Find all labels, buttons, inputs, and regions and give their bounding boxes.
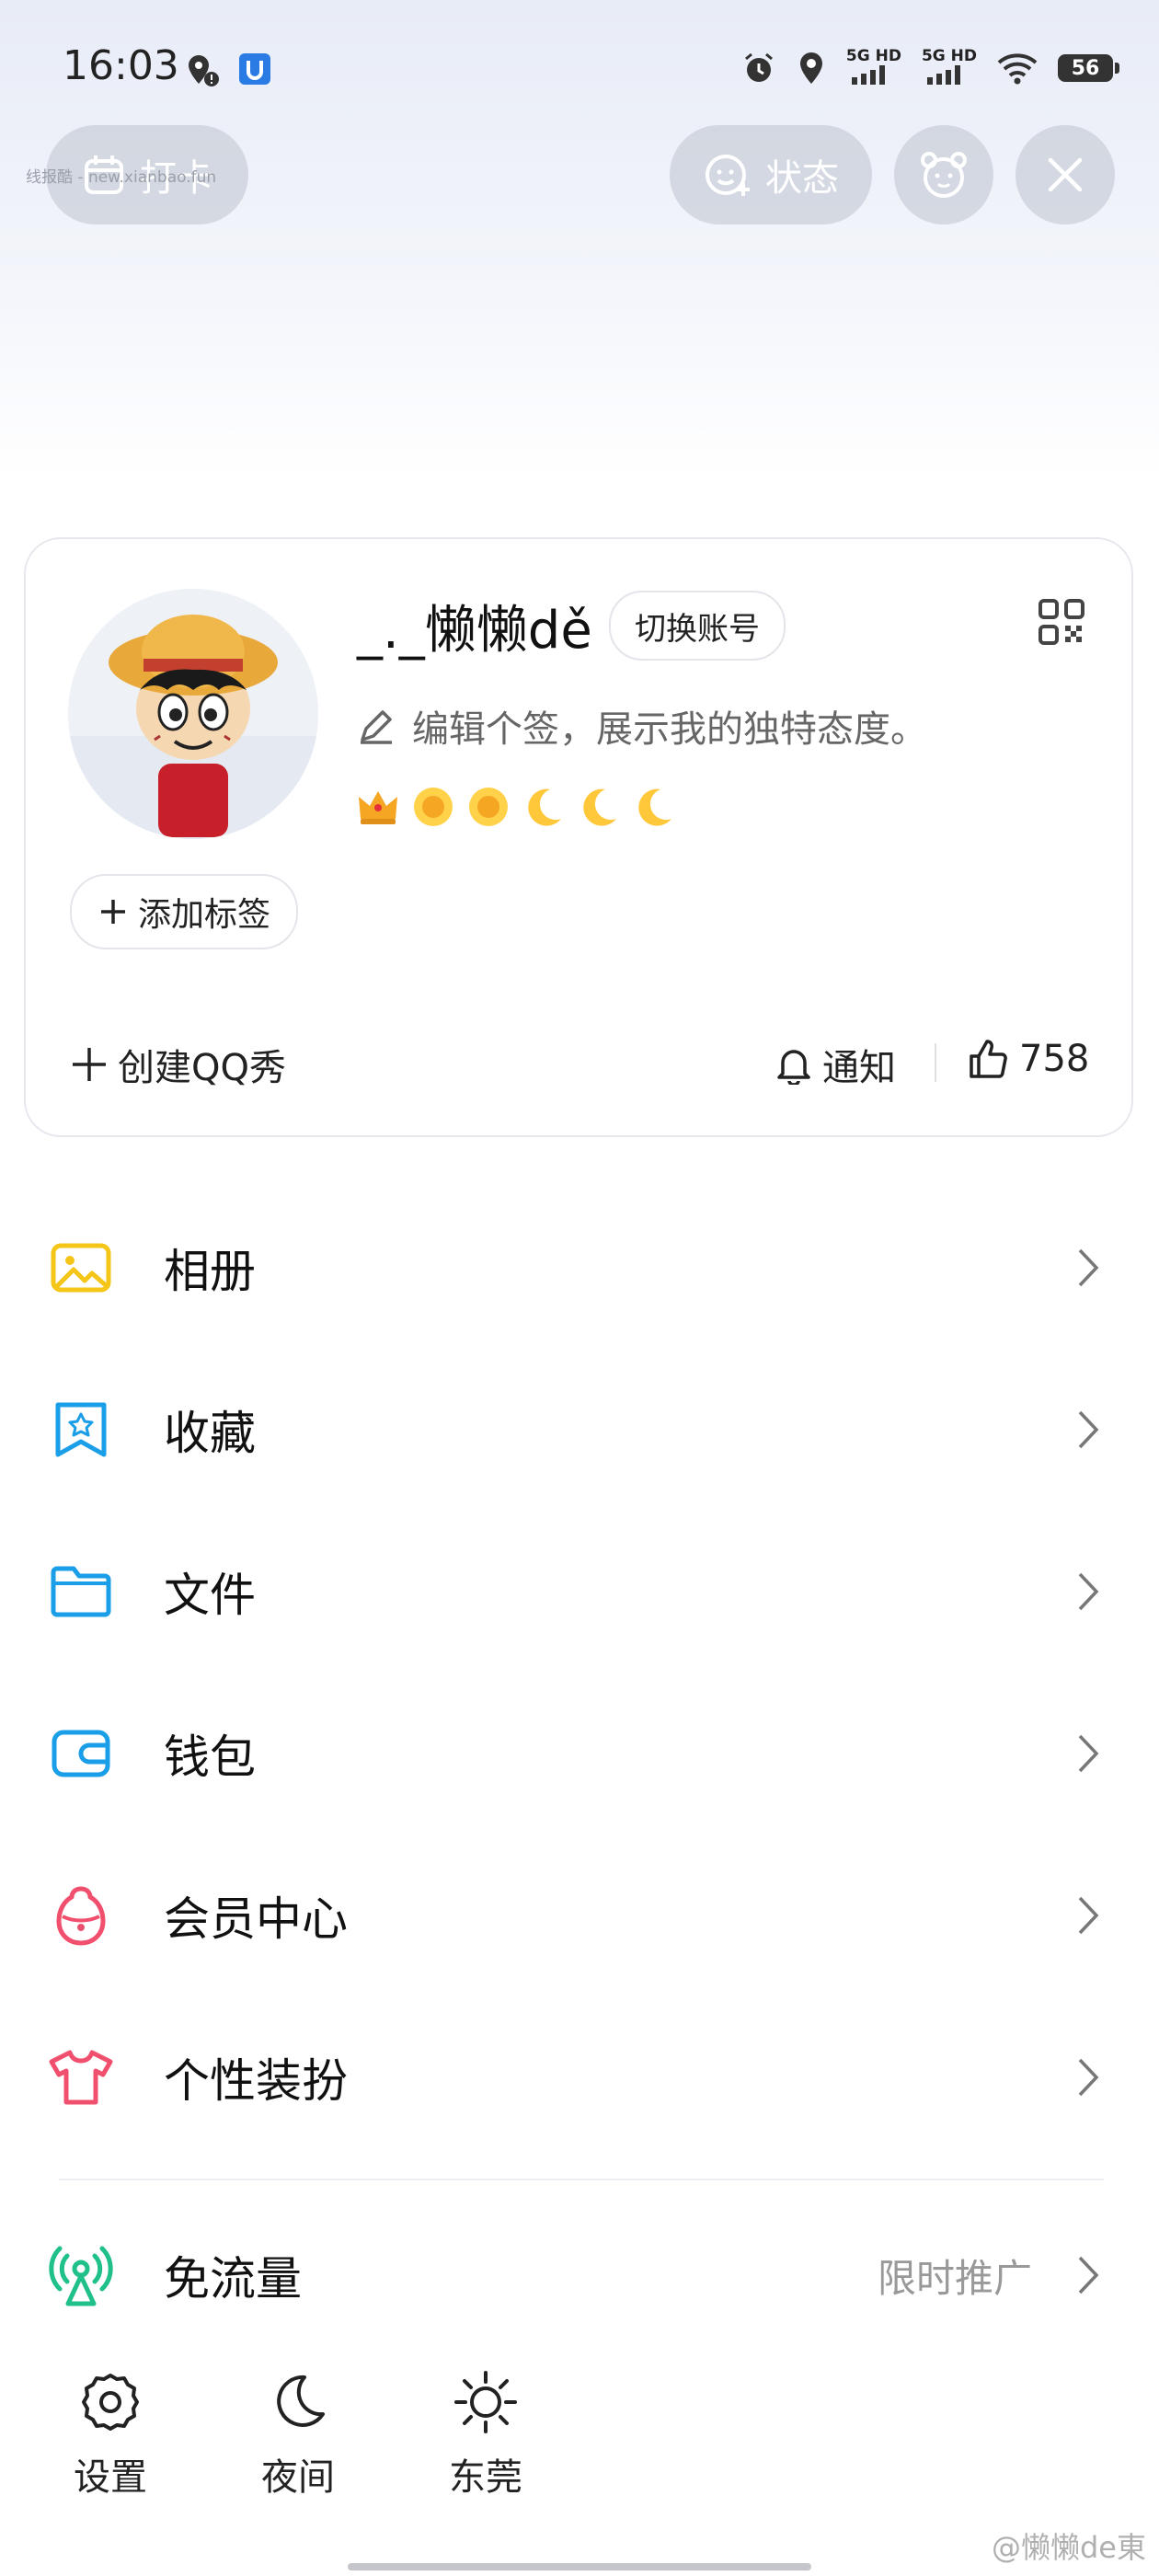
menu-item-album[interactable]: 相册 bbox=[0, 1187, 1159, 1349]
location-alert-icon bbox=[189, 55, 219, 86]
menu-divider bbox=[59, 2179, 1104, 2180]
crown-icon bbox=[359, 791, 397, 824]
switch-account-button[interactable]: 切换账号 bbox=[609, 591, 786, 661]
menu-item-label: 免流量 bbox=[164, 2252, 302, 2306]
menu-item-favorites[interactable]: 收藏 bbox=[0, 1349, 1159, 1511]
pencil-icon bbox=[361, 710, 392, 744]
menu-item-vip-center[interactable]: 会员中心 bbox=[0, 1834, 1159, 1996]
wifi-icon bbox=[997, 53, 1038, 85]
weather-button[interactable]: 东莞 bbox=[421, 2366, 550, 2501]
create-qq-show-button[interactable]: 创建QQ秀 bbox=[70, 1038, 286, 1091]
favorites-icon bbox=[48, 1397, 114, 1463]
menu-item-free-traffic[interactable]: 免流量 限时推广 bbox=[0, 2197, 1159, 2353]
night-mode-button[interactable]: 夜间 bbox=[234, 2366, 362, 2501]
vip-icon bbox=[48, 1882, 114, 1949]
menu-item-label: 个性装扮 bbox=[164, 2054, 348, 2108]
like-button[interactable]: 758 bbox=[968, 1038, 1089, 1080]
chevron-right-icon bbox=[1078, 1410, 1099, 1449]
watermark-text: 线报酷 - new.xianbao.fun bbox=[26, 168, 217, 187]
add-tag-label: 添加标签 bbox=[138, 896, 271, 934]
folder-icon bbox=[48, 1558, 114, 1625]
tshirt-icon bbox=[48, 2044, 114, 2110]
status-label: 状态 bbox=[765, 157, 839, 200]
qr-code-button[interactable] bbox=[1038, 598, 1085, 650]
album-icon bbox=[48, 1235, 114, 1301]
signature-editor[interactable]: 编辑个签，展示我的独特态度。 bbox=[357, 699, 927, 753]
app-notification-icon bbox=[239, 53, 270, 85]
pet-button[interactable] bbox=[894, 125, 993, 224]
wallet-icon bbox=[48, 1720, 114, 1787]
like-count: 758 bbox=[1019, 1038, 1090, 1080]
chevron-right-icon bbox=[1078, 2256, 1099, 2294]
status-right-icons: 5G HD 5G HD 56 bbox=[741, 48, 1119, 88]
chevron-right-icon bbox=[1078, 2058, 1099, 2097]
smile-add-icon bbox=[706, 155, 750, 196]
night-mode-label: 夜间 bbox=[261, 2456, 335, 2499]
add-tag-button[interactable]: 添加标签 bbox=[70, 874, 299, 949]
chevron-right-icon bbox=[1078, 1572, 1099, 1611]
status-button[interactable]: 状态 bbox=[670, 125, 872, 224]
notify-label: 通知 bbox=[822, 1047, 896, 1089]
home-indicator[interactable] bbox=[348, 2563, 811, 2570]
menu-item-label: 相册 bbox=[164, 1245, 256, 1298]
plus-icon bbox=[73, 1048, 106, 1081]
moon-outline-icon bbox=[277, 2375, 325, 2427]
status-time: 16:03 bbox=[63, 42, 179, 89]
sun-icon bbox=[469, 788, 508, 826]
close-icon bbox=[1048, 157, 1083, 192]
bell-icon bbox=[777, 1050, 810, 1085]
chevron-right-icon bbox=[1078, 1248, 1099, 1287]
weather-city-label: 东莞 bbox=[449, 2456, 522, 2499]
gear-icon bbox=[82, 2374, 139, 2431]
alarm-icon bbox=[744, 52, 773, 82]
chevron-right-icon bbox=[1078, 1896, 1099, 1935]
footer-divider bbox=[935, 1043, 936, 1082]
create-qq-show-label: 创建QQ秀 bbox=[118, 1047, 286, 1089]
avatar-image bbox=[68, 589, 318, 839]
menu-item-label: 钱包 bbox=[164, 1731, 256, 1784]
settings-label: 设置 bbox=[74, 2456, 147, 2499]
notify-button[interactable]: 通知 bbox=[775, 1038, 896, 1091]
avatar[interactable] bbox=[68, 589, 318, 839]
qr-code-icon bbox=[1039, 599, 1084, 645]
moon-icon bbox=[528, 788, 561, 826]
nickname[interactable]: _._懒懒dě bbox=[357, 589, 592, 663]
signal-1: 5G HD bbox=[846, 48, 901, 88]
plus-icon bbox=[101, 900, 125, 924]
antenna-icon bbox=[48, 2242, 114, 2308]
menu-item-personalize[interactable]: 个性装扮 bbox=[0, 1996, 1159, 2158]
sun-icon bbox=[414, 788, 453, 826]
location-icon bbox=[799, 52, 822, 84]
status-left-icons bbox=[184, 52, 272, 88]
menu-item-files[interactable]: 文件 bbox=[0, 1511, 1159, 1673]
signal-2: 5G HD bbox=[922, 48, 977, 88]
promo-hint: 限时推广 bbox=[877, 2255, 1032, 2301]
settings-button[interactable]: 设置 bbox=[46, 2366, 175, 2501]
chevron-right-icon bbox=[1078, 1734, 1099, 1773]
battery-indicator: 56 bbox=[1058, 54, 1119, 82]
moon-icon bbox=[638, 788, 671, 826]
sun-outline-icon bbox=[454, 2371, 517, 2433]
menu-item-label: 文件 bbox=[164, 1569, 256, 1622]
pet-face-icon bbox=[921, 152, 967, 198]
credit-watermark: @懒懒de東 bbox=[991, 2530, 1146, 2565]
thumbs-up-icon bbox=[970, 1040, 1007, 1078]
signature-placeholder: 编辑个签，展示我的独特态度。 bbox=[412, 708, 927, 751]
close-button[interactable] bbox=[1016, 125, 1115, 224]
menu-item-wallet[interactable]: 钱包 bbox=[0, 1673, 1159, 1834]
moon-icon bbox=[583, 788, 616, 826]
level-badges[interactable] bbox=[355, 784, 677, 830]
menu-item-label: 会员中心 bbox=[164, 1892, 348, 1946]
menu-item-label: 收藏 bbox=[164, 1407, 256, 1460]
